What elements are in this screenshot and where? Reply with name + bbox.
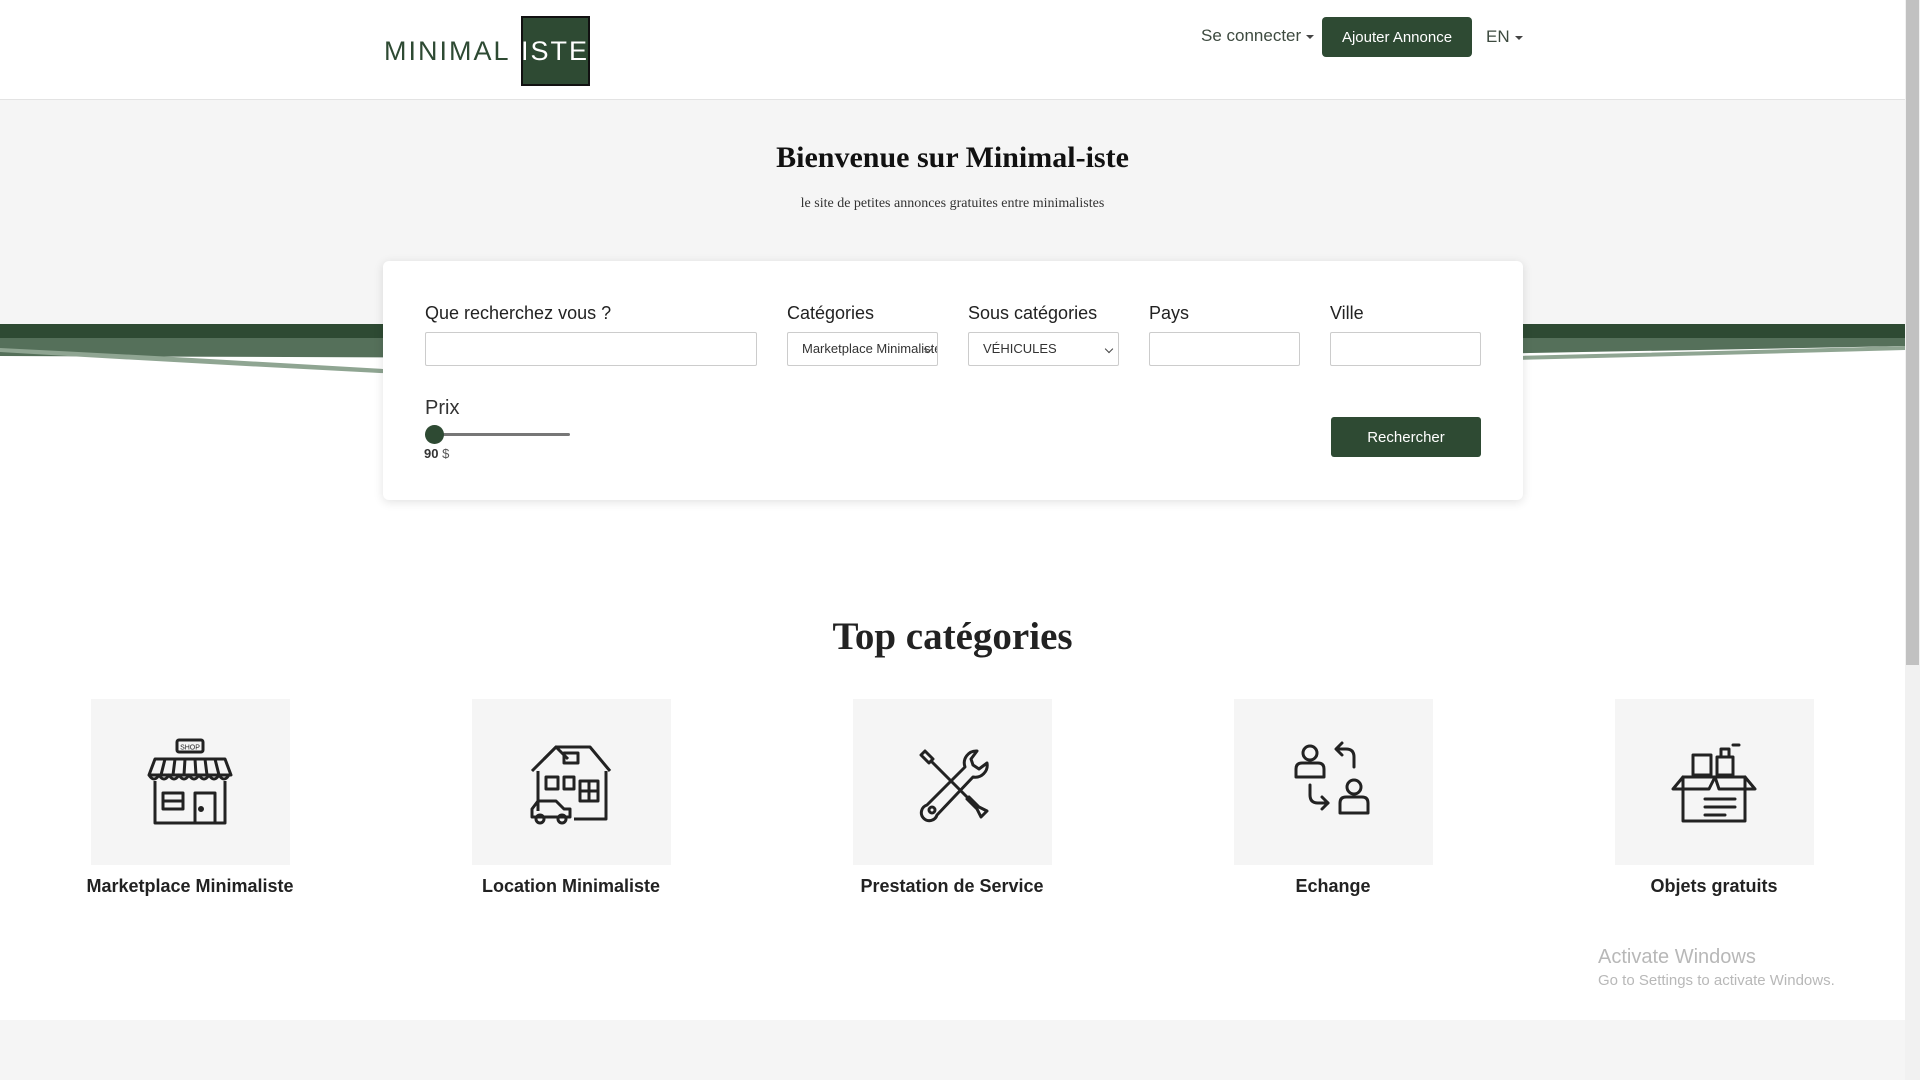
site-logo[interactable]: MINIMAL ISTE	[384, 16, 590, 86]
language-label: EN	[1486, 27, 1510, 46]
language-dropdown[interactable]: EN	[1486, 27, 1523, 47]
category-icon-box	[1614, 699, 1814, 865]
category-icon-box: SHOP	[90, 699, 290, 865]
search-button[interactable]: Rechercher	[1331, 417, 1481, 457]
category-icon-box	[471, 699, 671, 865]
shop-icon: SHOP	[147, 738, 233, 825]
category-card-location[interactable]: Location Minimaliste	[446, 699, 696, 897]
logo-text-left: MINIMAL	[384, 35, 511, 66]
city-input[interactable]	[1330, 332, 1481, 366]
caret-down-icon	[1306, 34, 1315, 39]
site-header: MINIMAL ISTE Se connecter Ajouter Annonc…	[0, 0, 1905, 100]
shop-sign-text: SHOP	[180, 745, 200, 752]
price-value: 90	[424, 446, 439, 461]
top-categories-title: Top catégories	[832, 615, 1073, 658]
chevron-down-icon	[1104, 344, 1114, 354]
price-output: 90 $	[424, 446, 449, 461]
tools-icon	[919, 749, 989, 823]
category-select[interactable]: Marketplace Minimaliste	[787, 332, 938, 366]
logo-text-right: ISTE	[520, 16, 590, 86]
price-slider-handle[interactable]	[425, 425, 444, 444]
search-card: Que recherchez vous ? Catégories Marketp…	[383, 261, 1523, 500]
add-listing-button[interactable]: Ajouter Annonce	[1322, 17, 1472, 57]
subcategory-label: Sous catégories	[968, 303, 1098, 323]
subcategory-selected-value: VÉHICULES	[983, 341, 1057, 356]
category-selected-value: Marketplace Minimaliste	[802, 341, 938, 356]
category-card-marketplace[interactable]: SHOP Marketplace Minimaliste	[65, 699, 315, 897]
country-input[interactable]	[1149, 332, 1300, 366]
windows-activation-title: Activate Windows	[1598, 946, 1756, 968]
scrollbar-thumb[interactable]	[1906, 0, 1919, 665]
hero-subtitle: le site de petites annonces gratuites en…	[800, 196, 1105, 211]
category-label: Marketplace Minimaliste	[86, 876, 294, 896]
search-input[interactable]	[425, 332, 757, 366]
category-label: Echange	[1295, 876, 1371, 896]
category-label: Location Minimaliste	[481, 876, 661, 896]
box-icon	[1671, 743, 1757, 823]
price-label: Prix	[425, 397, 460, 419]
price-slider-track[interactable]	[425, 433, 570, 436]
query-label: Que recherchez vous ?	[425, 303, 612, 323]
login-label: Se connecter	[1201, 26, 1302, 45]
city-label: Ville	[1330, 303, 1364, 323]
login-dropdown[interactable]: Se connecter	[1201, 26, 1315, 46]
hero-title: Bienvenue sur Minimal-iste	[776, 141, 1129, 174]
price-currency: $	[442, 446, 450, 461]
house-car-icon	[530, 745, 612, 825]
caret-down-icon	[1514, 35, 1523, 40]
category-card-service[interactable]: Prestation de Service	[827, 699, 1077, 897]
category-label: Catégories	[787, 303, 875, 323]
category-icon-box	[1233, 699, 1433, 865]
category-icon-box	[852, 699, 1052, 865]
category-label: Objets gratuits	[1650, 876, 1778, 896]
category-card-exchange[interactable]: Echange	[1208, 699, 1458, 897]
footer-band	[0, 1020, 1905, 1080]
category-label: Prestation de Service	[860, 876, 1044, 896]
category-card-free[interactable]: Objets gratuits	[1589, 699, 1839, 897]
windows-activation-hint: Go to Settings to activate Windows.	[1598, 972, 1835, 989]
subcategory-select[interactable]: VÉHICULES	[968, 332, 1119, 366]
country-label: Pays	[1149, 303, 1190, 323]
exchange-icon	[1294, 741, 1370, 815]
